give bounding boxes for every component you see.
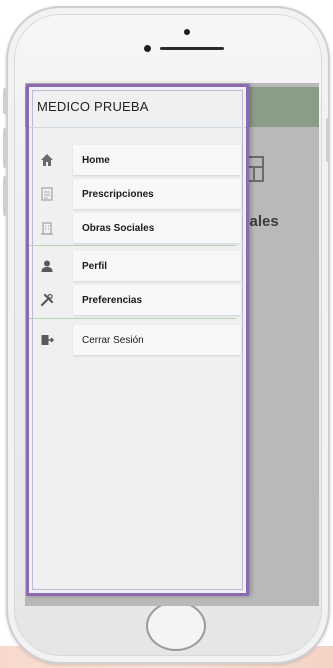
sensor-dot [184, 29, 190, 35]
side-button [3, 88, 7, 114]
menu-item-label: Obras Sociales [82, 222, 155, 234]
menu-item-label: Cerrar Sesión [82, 334, 144, 346]
power-button [326, 118, 330, 162]
menu-item-cerrar-sesion[interactable]: Cerrar Sesión [39, 326, 239, 354]
tools-icon [39, 292, 55, 308]
speaker-grille [160, 47, 224, 50]
menu-item-label: Preferencias [82, 294, 143, 306]
drawer-divider [29, 127, 246, 128]
home-button[interactable] [146, 601, 206, 651]
group-divider [29, 245, 236, 246]
navigation-drawer: MEDICO PRUEBA Home Prescripciones Obras … [26, 84, 249, 596]
menu-item-obras-sociales[interactable]: Obras Sociales [39, 214, 239, 242]
prescription-icon [39, 186, 55, 202]
menu-item-prescripciones[interactable]: Prescripciones [39, 180, 239, 208]
logout-icon [39, 332, 55, 348]
drawer-user-name: MEDICO PRUEBA [37, 99, 149, 114]
menu-item-label: Home [82, 154, 110, 166]
home-icon [39, 152, 55, 168]
group-divider [29, 318, 236, 319]
menu-item-perfil[interactable]: Perfil [39, 252, 239, 280]
menu-item-label: Prescripciones [82, 188, 154, 200]
menu-item-label: Perfil [82, 260, 108, 272]
menu-item-home[interactable]: Home [39, 146, 239, 174]
building-icon [39, 220, 55, 236]
menu-item-preferencias[interactable]: Preferencias [39, 286, 239, 314]
user-icon [39, 258, 55, 274]
volume-up-button [3, 128, 7, 168]
volume-down-button [3, 176, 7, 216]
front-camera [144, 45, 151, 52]
